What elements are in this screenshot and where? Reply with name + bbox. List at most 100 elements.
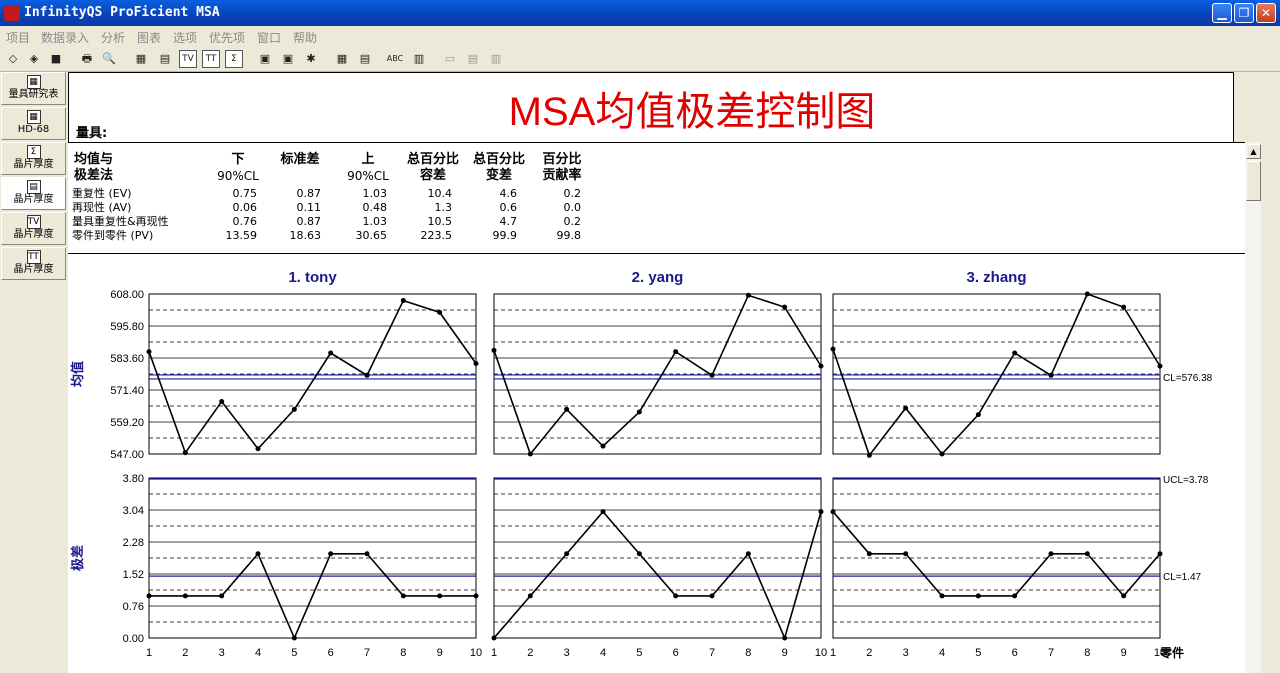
report-icon[interactable]: ▣ (279, 50, 297, 68)
tile-vertical-icon[interactable]: ▥ (487, 50, 505, 68)
menu-item-help[interactable]: 帮助 (293, 29, 317, 46)
x-tick-label: 4 (255, 647, 261, 659)
stats-cell: 1.03 (362, 187, 388, 200)
series-line (148, 299, 477, 455)
menu-item-options[interactable]: 选项 (173, 29, 197, 46)
title-bar: InfinityQS ProFicient MSA ▁ ❐ ✕ (0, 0, 1280, 26)
data-point (903, 551, 909, 557)
sidebar-item-gauge-study[interactable]: ▦ 量具研究表 (1, 72, 66, 105)
x-tick-label: 9 (437, 647, 443, 659)
data-point (1084, 551, 1090, 557)
stats-row-name: 零件到零件 (PV) (72, 229, 154, 242)
stats-header-lower-cl: 下 90%CL (217, 152, 259, 183)
sidebar-item-hd68[interactable]: ▦ HD-68 (1, 107, 66, 140)
vertical-scrollbar[interactable]: ▲ (1244, 142, 1261, 673)
x-tick-label: 5 (975, 647, 981, 659)
menu-item-project[interactable]: 项目 (6, 29, 30, 46)
y-tick-label: 547.00 (110, 449, 144, 461)
star-icon[interactable]: ✱ (302, 50, 320, 68)
data-point (782, 304, 788, 310)
data-point (564, 406, 570, 412)
stats-row-name: 量具重复性&再现性 (72, 215, 169, 228)
sigma-icon[interactable]: Σ (225, 50, 243, 68)
data-point (473, 361, 479, 367)
compare-icon[interactable]: ▥ (410, 50, 428, 68)
x-tick-label: 6 (328, 647, 334, 659)
stats-cell: 1.03 (362, 215, 388, 228)
stats-cell: 0.76 (232, 215, 258, 228)
data-point (219, 593, 225, 599)
xbar-r-chart: 1. tony 2. yang 3. zhang 608.00 595.80 583.60… (70, 269, 1213, 660)
data-point (939, 451, 945, 457)
report-pane: 均值与 极差法 下 90%CL 标准差 上 90%CL 总百分比 容差 总百分比 变差 百… (68, 142, 1245, 673)
x-tick-label: 7 (709, 647, 715, 659)
new-icon[interactable]: ◇ (4, 50, 22, 68)
data-point (830, 509, 836, 515)
x-tick-label: 5 (636, 647, 642, 659)
cascade-icon[interactable]: ▭ (441, 50, 459, 68)
tv-icon[interactable]: TV (179, 50, 197, 68)
stats-cell: 10.5 (427, 215, 453, 228)
close-button[interactable]: ✕ (1256, 3, 1276, 23)
x-tick-label: 1 (146, 647, 152, 659)
stats-header-pct-contribution: 百分比 贡献率 (542, 152, 582, 183)
menu-item-analysis[interactable]: 分析 (101, 29, 125, 46)
sidebar-item-wafer-sigma[interactable]: Σ 晶片厚度 (1, 142, 66, 175)
stats-header-pct-tolerance: 总百分比 容差 (406, 152, 459, 183)
print-preview-icon[interactable]: 🔍 (100, 50, 118, 68)
data-point (182, 593, 188, 599)
grid2-icon[interactable]: ▦ (333, 50, 351, 68)
y-tick-label: 3.80 (123, 473, 144, 485)
sidebar-item-wafer-chart[interactable]: ▤ 晶片厚度 (1, 177, 66, 210)
menu-item-preferences[interactable]: 优先项 (209, 29, 245, 46)
open-icon[interactable]: ◈ (25, 50, 43, 68)
menu-item-window[interactable]: 窗口 (257, 29, 281, 46)
series-line (149, 552, 476, 641)
stats-header-stddev: 标准差 (280, 152, 320, 167)
restore-button[interactable]: ❐ (1234, 3, 1254, 23)
grid-icon[interactable]: ▦ (132, 50, 150, 68)
x-tick-label: 1 (830, 647, 836, 659)
tile-horizontal-icon[interactable]: ▤ (464, 50, 482, 68)
scroll-thumb[interactable] (1246, 161, 1261, 201)
chart-icon[interactable]: ▣ (256, 50, 274, 68)
stats-cell: 99.8 (556, 229, 582, 242)
data-point (291, 635, 297, 641)
data-point (830, 346, 836, 352)
sidebar-item-label: 晶片厚度 (13, 159, 54, 170)
sidebar-item-label: 晶片厚度 (13, 229, 54, 240)
tt-icon[interactable]: TT (202, 50, 220, 68)
sidebar-item-wafer-tt[interactable]: TT 晶片厚度 (1, 247, 66, 280)
stats-cell: 223.5 (420, 229, 453, 242)
data-point (1084, 291, 1090, 297)
scroll-up-icon[interactable]: ▲ (1246, 144, 1261, 159)
data-point (400, 298, 406, 304)
sidebar-item-label: 晶片厚度 (13, 264, 54, 275)
x-tick-label: 1 (491, 647, 497, 659)
print-icon[interactable]: 🖶 (78, 50, 96, 68)
save-icon[interactable]: ■ (47, 50, 65, 68)
gauge-label: 量具: (76, 126, 108, 141)
sidebar-item-wafer-tv[interactable]: TV 晶片厚度 (1, 212, 66, 245)
spellcheck-icon[interactable]: ABC (386, 50, 404, 68)
tt-icon: TT (26, 250, 41, 264)
list-icon[interactable]: ▤ (356, 50, 374, 68)
stats-cell: 0.87 (296, 187, 322, 200)
table-icon: ▦ (26, 75, 41, 89)
data-point (1048, 551, 1054, 557)
data-point (866, 452, 872, 458)
data-point (636, 551, 642, 557)
minimize-button[interactable]: ▁ (1212, 3, 1232, 23)
menu-item-charts[interactable]: 图表 (137, 29, 161, 46)
stats-cell: 0.87 (296, 215, 322, 228)
y-tick-label: 2.28 (123, 537, 144, 549)
cl-label: CL=1.47 (1163, 572, 1202, 583)
data-point (291, 406, 297, 412)
report-title: MSA均值极差控制图 (508, 90, 876, 134)
table-icon[interactable]: ▤ (156, 50, 174, 68)
stats-cell: 30.65 (355, 229, 388, 242)
menu-item-data-entry[interactable]: 数据录入 (41, 29, 89, 46)
window-title: InfinityQS ProFicient MSA (24, 5, 220, 20)
app-icon (4, 5, 20, 21)
tv-icon: TV (26, 215, 41, 229)
